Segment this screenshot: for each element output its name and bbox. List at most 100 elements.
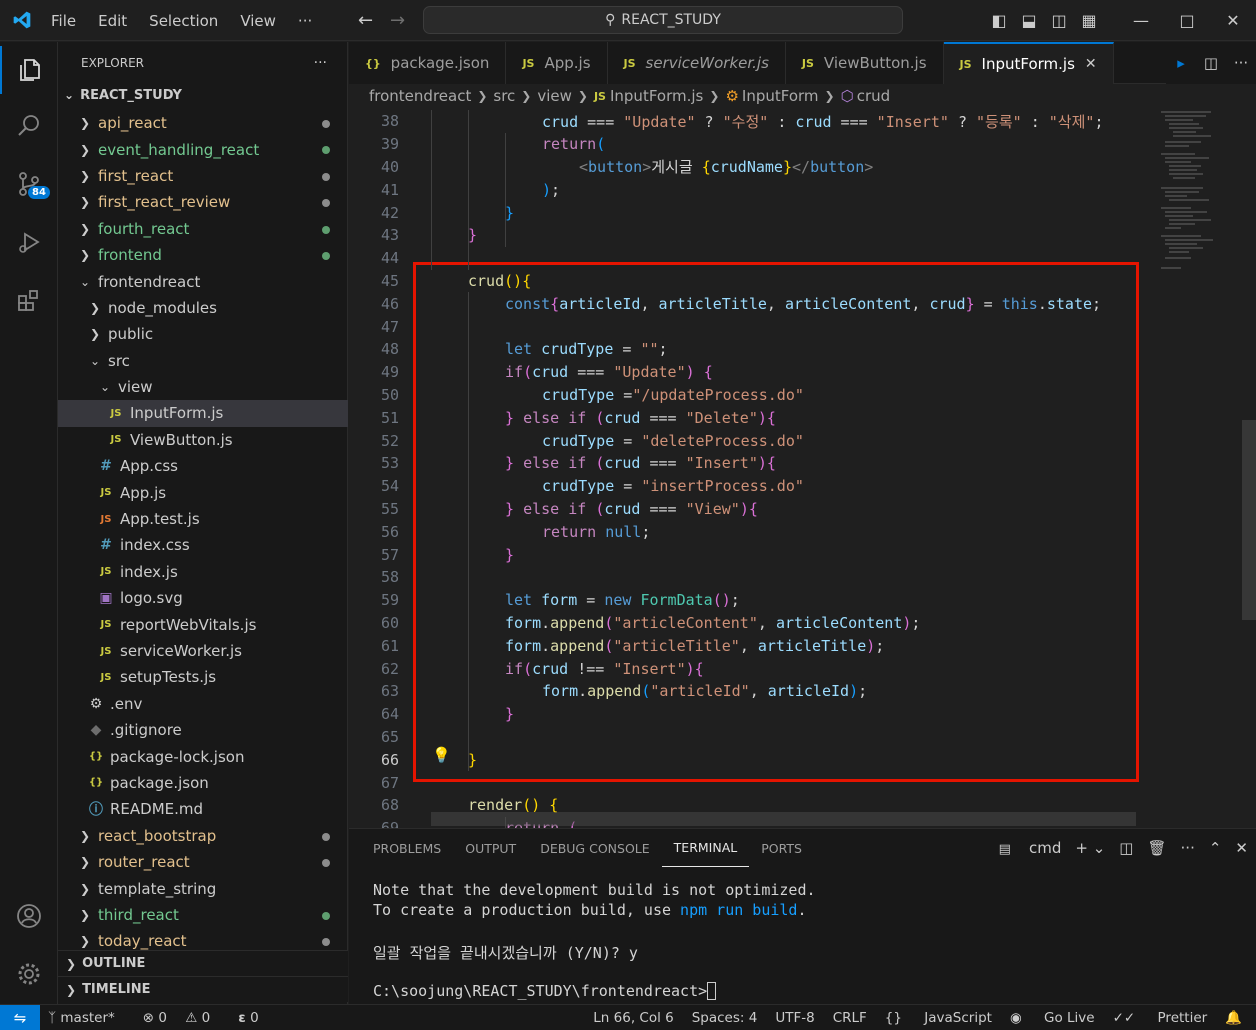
line-ending[interactable]: CRLF — [833, 1010, 867, 1026]
terminal-shell-icon[interactable]: ▤ cmd — [999, 839, 1062, 857]
branch-status[interactable]: ᛉ master* — [48, 1010, 129, 1026]
tree-item[interactable]: JS App.test.js — [58, 506, 348, 532]
minimize-icon[interactable]: — — [1118, 11, 1164, 30]
ports-status[interactable]: 𝝴 0 — [238, 1010, 272, 1026]
editor-tab[interactable]: JS serviceWorker.js — [607, 42, 786, 84]
tree-item[interactable]: ❯ frontend — [58, 242, 348, 268]
panel-tab[interactable]: PORTS — [749, 829, 814, 867]
tree-item[interactable]: ❯ third_react — [58, 902, 348, 928]
go-live[interactable]: ◉ Go Live — [1010, 1010, 1095, 1026]
maximize-icon[interactable]: □ — [1164, 11, 1210, 30]
timeline-section[interactable]: ❯ TIMELINE — [58, 976, 348, 1002]
prettier[interactable]: ✓✓ Prettier — [1113, 1010, 1208, 1026]
outline-section[interactable]: ❯ OUTLINE — [58, 950, 348, 976]
breadcrumb-item[interactable]: view — [537, 87, 572, 105]
forward-arrow-icon[interactable]: → — [390, 10, 405, 31]
more-actions-icon[interactable]: ··· — [1226, 54, 1256, 72]
panel-tab[interactable]: DEBUG CONSOLE — [528, 829, 661, 867]
customize-layout-icon[interactable]: ▦ — [1074, 11, 1104, 30]
kill-terminal-icon[interactable]: 🗑 — [1147, 839, 1166, 857]
toggle-panel-icon[interactable]: ⬓ — [1014, 11, 1044, 30]
minimap[interactable] — [1151, 108, 1241, 828]
problems-status[interactable]: ⊗ 0 ⚠ 0 — [143, 1010, 224, 1026]
tree-item[interactable]: {} package-lock.json — [58, 743, 348, 769]
tree-item[interactable]: ❯ fourth_react — [58, 216, 348, 242]
tree-item[interactable]: JS index.js — [58, 559, 348, 585]
notifications-icon[interactable]: 🔔 — [1225, 1010, 1242, 1026]
tree-item[interactable]: ▣ logo.svg — [58, 585, 348, 611]
explorer-more-icon[interactable]: ··· — [314, 55, 327, 71]
breadcrumb-item[interactable]: src — [493, 87, 515, 105]
menu-selection[interactable]: Selection — [138, 12, 229, 30]
tree-item[interactable]: ❯ router_react — [58, 849, 348, 875]
tree-item[interactable]: ❯ react_bootstrap — [58, 823, 348, 849]
tree-item[interactable]: ⚙ .env — [58, 691, 348, 717]
tab-overflow-icon[interactable]: ▸ — [1166, 54, 1196, 72]
panel-tab[interactable]: OUTPUT — [453, 829, 528, 867]
explorer-activity[interactable] — [0, 46, 58, 94]
toggle-secondary-sidebar-icon[interactable]: ◫ — [1044, 11, 1074, 30]
panel-tab[interactable]: TERMINAL — [661, 829, 750, 867]
vertical-scrollbar[interactable] — [1242, 108, 1256, 828]
tree-item[interactable]: ⓘ README.md — [58, 796, 348, 822]
scrollbar-thumb[interactable] — [1242, 420, 1256, 620]
tree-item[interactable]: JS App.js — [58, 479, 348, 505]
tree-item[interactable]: JS serviceWorker.js — [58, 638, 348, 664]
tree-item[interactable]: ❯ first_react_review — [58, 189, 348, 215]
tree-item[interactable]: # index.css — [58, 532, 348, 558]
close-tab-icon[interactable]: ✕ — [1085, 56, 1097, 72]
tree-item[interactable]: JS ViewButton.js — [58, 427, 348, 453]
editor-tab[interactable]: JS InputForm.js ✕ — [943, 42, 1114, 84]
tree-item[interactable]: ◆ .gitignore — [58, 717, 348, 743]
command-center-search[interactable]: ⚲ REACT_STUDY — [423, 6, 903, 34]
panel-tab[interactable]: PROBLEMS — [361, 829, 453, 867]
tree-item[interactable]: ⌄ view — [58, 374, 348, 400]
tree-item[interactable]: ❯ node_modules — [58, 295, 348, 321]
menu-edit[interactable]: Edit — [87, 12, 138, 30]
tree-item[interactable]: ❯ api_react — [58, 110, 348, 136]
cursor-position[interactable]: Ln 66, Col 6 — [593, 1010, 673, 1026]
code-editor[interactable]: 💡 38 crud === "Update" ? "수정" : crud === … — [349, 108, 1256, 863]
breadcrumb-item[interactable]: crud — [857, 87, 890, 105]
accounts-activity[interactable] — [0, 892, 58, 940]
indentation[interactable]: Spaces: 4 — [692, 1010, 758, 1026]
new-terminal-icon[interactable]: + ⌄ — [1075, 839, 1105, 857]
maximize-panel-icon[interactable]: ⌃ — [1209, 839, 1222, 857]
language-mode[interactable]: {} JavaScript — [885, 1010, 992, 1026]
terminal-output[interactable]: Note that the development build is not o… — [373, 881, 816, 1002]
editor-tab[interactable]: {} package.json — [349, 42, 507, 84]
tree-item[interactable]: # App.css — [58, 453, 348, 479]
breadcrumb-item[interactable]: InputForm — [742, 87, 819, 105]
tree-item[interactable]: {} package.json — [58, 770, 348, 796]
back-arrow-icon[interactable]: ← — [358, 10, 373, 31]
encoding[interactable]: UTF-8 — [775, 1010, 814, 1026]
toggle-sidebar-icon[interactable]: ◧ — [984, 11, 1014, 30]
tree-item[interactable]: ⌄ src — [58, 348, 348, 374]
menu-more[interactable]: ··· — [287, 12, 323, 30]
editor-tab[interactable]: JS ViewButton.js — [785, 42, 944, 84]
run-debug-activity[interactable] — [0, 218, 58, 266]
breadcrumb-item[interactable]: frontendreact — [369, 87, 471, 105]
breadcrumb-item[interactable]: InputForm.js — [610, 87, 703, 105]
split-editor-icon[interactable]: ◫ — [1196, 54, 1226, 72]
tree-item[interactable]: ❯ template_string — [58, 875, 348, 901]
tree-item[interactable]: ❯ event_handling_react — [58, 136, 348, 162]
source-control-activity[interactable]: 84 — [0, 160, 58, 208]
tree-item[interactable]: ❯ first_react — [58, 163, 348, 189]
manage-activity[interactable] — [0, 950, 58, 998]
remote-indicator-icon[interactable]: ⇋ — [0, 1005, 40, 1030]
tree-item[interactable]: JS setupTests.js — [58, 664, 348, 690]
tree-item[interactable]: JS InputForm.js — [58, 400, 348, 427]
horizontal-scrollbar[interactable] — [431, 812, 1136, 826]
menu-file[interactable]: File — [40, 12, 87, 30]
tree-item[interactable]: JS reportWebVitals.js — [58, 611, 348, 637]
extensions-activity[interactable] — [0, 276, 58, 324]
close-window-icon[interactable]: ✕ — [1210, 11, 1256, 30]
split-terminal-icon[interactable]: ◫ — [1119, 839, 1133, 857]
tree-item[interactable]: ❯ public — [58, 321, 348, 347]
tree-item[interactable]: ⌄ frontendreact — [58, 268, 348, 294]
close-panel-icon[interactable]: ✕ — [1235, 839, 1248, 857]
menu-view[interactable]: View — [229, 12, 287, 30]
editor-tab[interactable]: JS App.js — [506, 42, 608, 84]
workspace-root[interactable]: ⌄ REACT_STUDY — [58, 84, 347, 106]
